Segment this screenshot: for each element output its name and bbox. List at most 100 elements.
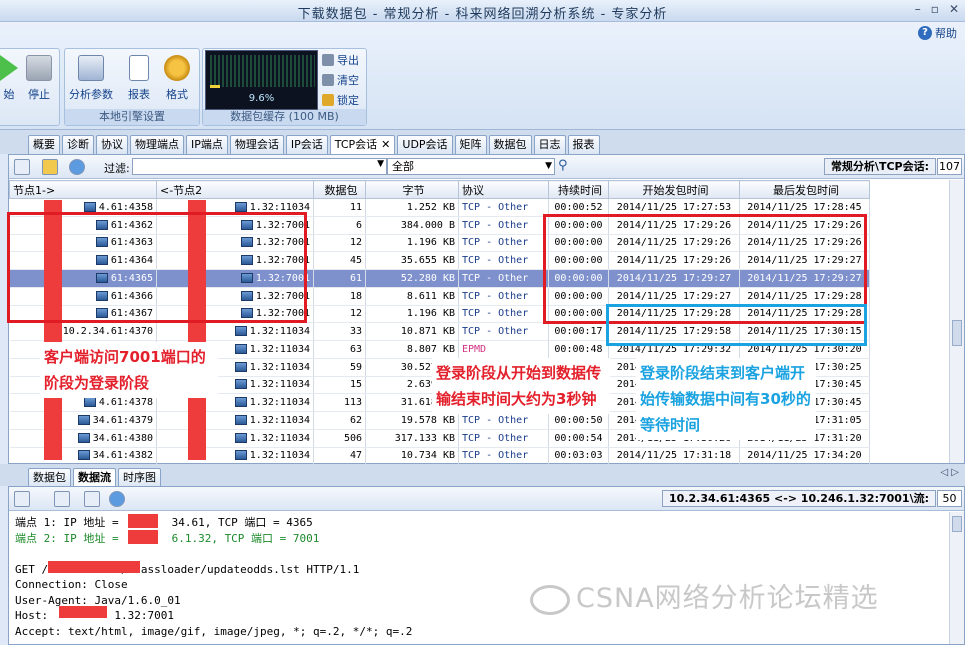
table-cell: 1.196 KB — [365, 305, 459, 324]
close-icon[interactable]: ✕ — [949, 2, 959, 16]
clear-button[interactable]: 清空 — [322, 72, 359, 88]
table-cell: TCP - Other — [458, 251, 549, 270]
detail-tabs-row: 数据包 数据流 时序图 ◁ ▷ — [0, 464, 965, 487]
tab-6[interactable]: IP会话 — [285, 135, 328, 154]
table-cell: EPMD — [458, 340, 549, 359]
table-cell: 19.578 KB — [365, 411, 459, 430]
export-icon — [322, 54, 334, 66]
buffer-meter-graph — [210, 55, 315, 87]
tab-4[interactable]: IP端点 — [186, 135, 228, 154]
scrollbar-thumb[interactable] — [952, 516, 962, 532]
view-icon[interactable] — [54, 491, 70, 507]
column-header[interactable]: 协议 — [458, 180, 549, 199]
scope-select[interactable]: 全部 ▼ — [387, 158, 555, 175]
refresh-icon[interactable] — [69, 159, 85, 175]
buffer-fill-bar — [210, 85, 221, 88]
table-cell: 00:00:48 — [548, 340, 609, 359]
table-cell: TCP - Other — [458, 322, 549, 341]
gear-icon — [164, 55, 190, 81]
table-cell: TCP - Other — [458, 287, 549, 306]
tab-5[interactable]: 物理会话 — [229, 135, 284, 154]
filter-input[interactable]: ▼ — [132, 158, 387, 175]
highlight-login-sessions — [7, 212, 307, 323]
tab-nav-arrows[interactable]: ◁ ▷ — [940, 467, 959, 478]
tab-1[interactable]: 诊断 — [62, 135, 94, 154]
session-scrollbar[interactable] — [949, 180, 964, 463]
computer-icon — [234, 450, 247, 461]
table-cell: TCP - Other — [458, 429, 549, 448]
table-cell: TCP - Other — [458, 269, 549, 288]
buffer-percent: 9.6% — [248, 93, 275, 104]
table-cell: 63 — [313, 340, 366, 359]
column-header[interactable]: <-节点2 — [156, 180, 314, 199]
computer-icon — [77, 450, 90, 461]
table-cell: 1.196 KB — [365, 234, 459, 253]
analysis-params-icon — [78, 55, 104, 81]
annotation-client-login: 客户端访问7001端口的阶段为登录阶段 — [40, 342, 218, 398]
table-cell: TCP - Other — [458, 305, 549, 324]
tab-12[interactable]: 报表 — [567, 135, 600, 154]
redaction-ip2 — [128, 530, 158, 544]
column-header[interactable]: 最后发包时间 — [739, 180, 870, 199]
stream-toolbar: 10.2.34.61:4365 <-> 10.246.1.32:7001\流: … — [9, 487, 964, 511]
analysis-params-button[interactable]: 分析参数 — [67, 53, 115, 102]
stop-icon — [26, 55, 52, 81]
table-row[interactable]: 34.61:4382 1.32:11034 47 10.734 KB TCP - Oth… — [9, 447, 870, 466]
scrollbar-thumb[interactable] — [952, 320, 962, 346]
column-header[interactable]: 字节 — [365, 180, 459, 199]
help-button[interactable]: ? 帮助 — [918, 25, 957, 41]
table-cell: 12 — [313, 305, 366, 324]
stream-scrollbar[interactable] — [949, 512, 964, 644]
tab-7[interactable]: TCP会话 ✕ — [329, 135, 396, 154]
lock-button[interactable]: 锁定 — [322, 92, 359, 108]
tab-9[interactable]: 矩阵 — [454, 135, 487, 154]
computer-icon — [234, 361, 247, 372]
table-cell: 8.807 KB — [365, 340, 459, 359]
stop-button[interactable]: 停止 — [15, 53, 63, 102]
tab-2[interactable]: 协议 — [96, 135, 128, 154]
table-cell: 1.32:11034 — [156, 322, 314, 341]
table-cell: 2014/11/25 17:31:18 — [608, 447, 740, 466]
column-header[interactable]: 持续时间 — [548, 180, 609, 199]
computer-icon — [234, 397, 247, 408]
tab-8[interactable]: UDP会话 — [397, 135, 453, 154]
table-cell: 33 — [313, 322, 366, 341]
table-cell: 34.61:4379 — [9, 411, 157, 430]
export-button[interactable]: 导出 — [322, 52, 359, 68]
export-icon[interactable] — [84, 491, 100, 507]
minimize-icon[interactable]: – — [915, 2, 921, 16]
column-header[interactable]: 开始发包时间 — [608, 180, 740, 199]
detail-tab-0[interactable]: 数据包 — [28, 468, 71, 487]
table-cell: 34.61:4382 — [9, 447, 157, 466]
breadcrumb: 常规分析\TCP会话: — [823, 158, 936, 175]
tab-3[interactable]: 物理端点 — [130, 135, 184, 154]
table-cell: 506 — [313, 429, 366, 448]
tab-11[interactable]: 日志 — [533, 135, 566, 154]
computer-icon — [234, 414, 247, 425]
annotation-login-duration: 登录阶段从开始到数据传输结束时间大约为3秒钟 — [432, 358, 610, 414]
detail-tab-2[interactable]: 时序图 — [118, 468, 161, 487]
column-header[interactable]: 节点1-> — [9, 180, 157, 199]
restore-icon[interactable]: ▫ — [931, 2, 939, 16]
tab-0[interactable]: 概要 — [28, 135, 60, 154]
chevron-down-icon[interactable]: ▼ — [545, 159, 552, 174]
search-icon[interactable]: ⚲ — [558, 158, 568, 173]
table-cell: TCP - Other — [458, 234, 549, 253]
swap-icon[interactable] — [14, 491, 30, 507]
tab-10[interactable]: 数据包 — [488, 135, 532, 154]
clear-icon — [322, 74, 334, 86]
annotation-wait-time: 登录阶段结束到客户端开始传输数据中间有30秒的等待时间 — [636, 358, 816, 440]
stream-line: Accept: text/html, image/gif, image/jpeg… — [15, 624, 413, 638]
table-cell: 384.000 B — [365, 216, 459, 235]
close-tab-icon[interactable]: ✕ — [381, 138, 390, 151]
highlight-icon[interactable] — [42, 159, 58, 175]
format-button[interactable]: 格式 — [153, 53, 201, 102]
detail-tab-1[interactable]: 数据流 — [73, 468, 116, 487]
stream-line: 端点 2: IP 地址 = 6.1.32, TCP 端口 = 7001 — [15, 531, 320, 545]
ribbon-group-local-engine: 分析参数 报表 格式 本地引擎设置 — [64, 48, 200, 126]
table-cell: 59 — [313, 358, 366, 377]
save-icon[interactable] — [14, 159, 30, 175]
refresh-icon[interactable] — [109, 491, 125, 507]
column-header[interactable]: 数据包 — [313, 180, 366, 199]
chevron-down-icon[interactable]: ▼ — [377, 159, 384, 169]
